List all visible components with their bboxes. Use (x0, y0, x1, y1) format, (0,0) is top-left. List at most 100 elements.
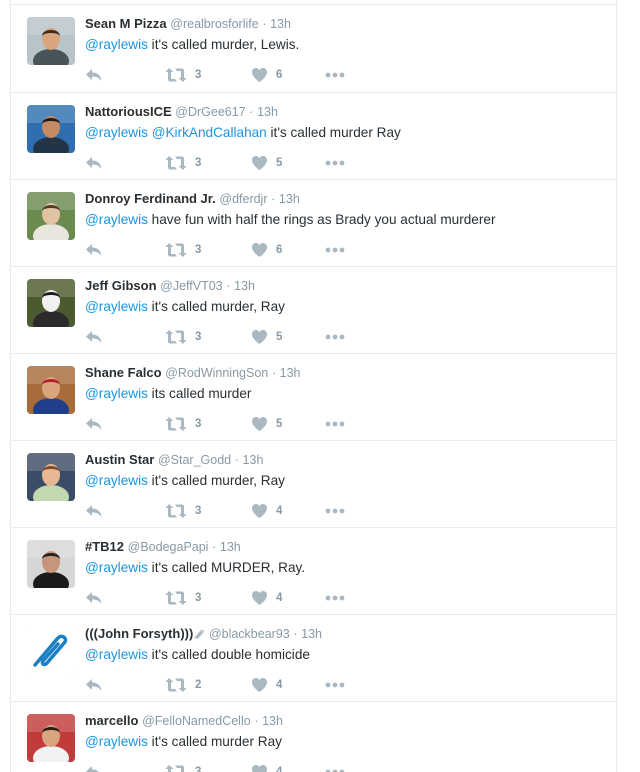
like-button[interactable]: 5 (251, 327, 282, 347)
mention-link[interactable]: @KirkAndCallahan (152, 125, 267, 140)
tweet-actions: 24 (85, 675, 385, 695)
more-button[interactable] (325, 153, 345, 173)
display-name[interactable]: (((John Forsyth))) (85, 626, 193, 641)
tweet-item[interactable]: marcello @FelloNamedCello · 13h @raylewis… (11, 701, 616, 772)
display-name[interactable]: Jeff Gibson (85, 278, 157, 293)
username[interactable]: @realbrosforlife (170, 17, 258, 31)
tweet-text: @raylewis it's called double homicide (85, 645, 310, 665)
retweet-button[interactable]: 3 (165, 414, 201, 434)
username[interactable]: @blackbear93 (209, 627, 290, 641)
reply-button[interactable] (85, 501, 103, 521)
tweet-item[interactable]: Shane Falco @RodWinningSon · 13h @raylewi… (11, 353, 616, 440)
more-button[interactable] (325, 240, 345, 260)
reply-button[interactable] (85, 65, 103, 85)
retweet-button[interactable]: 3 (165, 588, 201, 608)
mention-link[interactable]: @raylewis (85, 299, 148, 314)
retweet-button[interactable]: 3 (165, 501, 201, 521)
like-button[interactable]: 5 (251, 414, 282, 434)
tweet-item[interactable]: Sean M Pizza @realbrosforlife · 13h @rayl… (11, 5, 616, 92)
avatar[interactable] (27, 17, 75, 65)
like-button[interactable]: 4 (251, 501, 282, 521)
retweet-button[interactable]: 3 (165, 153, 201, 173)
display-name[interactable]: #TB12 (85, 539, 124, 554)
timestamp[interactable]: 13h (279, 192, 300, 206)
retweet-icon (165, 155, 187, 171)
timestamp[interactable]: 13h (220, 540, 241, 554)
more-button[interactable] (325, 501, 345, 521)
like-button[interactable]: 4 (251, 762, 282, 772)
more-button[interactable] (325, 588, 345, 608)
username[interactable]: @FelloNamedCello (142, 714, 251, 728)
mention-link[interactable]: @raylewis (85, 560, 148, 575)
retweet-button[interactable]: 3 (165, 327, 201, 347)
retweet-button[interactable]: 3 (165, 65, 201, 85)
more-button[interactable] (325, 414, 345, 434)
username[interactable]: @dferdjr (219, 192, 267, 206)
timestamp[interactable]: 13h (234, 279, 255, 293)
timestamp[interactable]: 13h (270, 17, 291, 31)
mention-link[interactable]: @raylewis (85, 473, 148, 488)
avatar[interactable] (27, 453, 75, 501)
username[interactable]: @DrGee617 (175, 105, 245, 119)
like-button[interactable]: 4 (251, 588, 282, 608)
reply-button[interactable] (85, 153, 103, 173)
avatar[interactable] (27, 714, 75, 762)
tweet-item[interactable]: (((John Forsyth))) @blackbear93 · 13h @ra… (11, 614, 616, 701)
tweet-item[interactable]: #TB12 @BodegaPapi · 13h @raylewis it's ca… (11, 527, 616, 614)
retweet-button[interactable]: 2 (165, 675, 201, 695)
display-name[interactable]: Austin Star (85, 452, 154, 467)
avatar[interactable] (27, 192, 75, 240)
timestamp[interactable]: 13h (280, 366, 301, 380)
username[interactable]: @BodegaPapi (128, 540, 209, 554)
like-button[interactable]: 5 (251, 153, 282, 173)
mention-link[interactable]: @raylewis (85, 37, 148, 52)
avatar[interactable] (27, 279, 75, 327)
timestamp[interactable]: 13h (257, 105, 278, 119)
more-button[interactable] (325, 675, 345, 695)
username[interactable]: @RodWinningSon (165, 366, 268, 380)
timestamp[interactable]: 13h (262, 714, 283, 728)
mention-link[interactable]: @raylewis (85, 647, 148, 662)
avatar[interactable] (27, 366, 75, 414)
mention-link[interactable]: @raylewis (85, 212, 148, 227)
reply-icon (85, 329, 103, 345)
reply-button[interactable] (85, 675, 103, 695)
tweet-item[interactable]: NattoriousICE @DrGee617 · 13h @raylewis @… (11, 92, 616, 179)
username[interactable]: @Star_Godd (158, 453, 231, 467)
mention-link[interactable]: @raylewis (85, 125, 148, 140)
display-name[interactable]: Sean M Pizza (85, 16, 167, 31)
timestamp[interactable]: 13h (243, 453, 264, 467)
avatar[interactable] (27, 627, 75, 675)
like-button[interactable]: 6 (251, 65, 282, 85)
tweet-item[interactable]: Jeff Gibson @JeffVT03 · 13h @raylewis it'… (11, 266, 616, 353)
more-dots-icon (325, 421, 345, 427)
heart-icon (251, 764, 268, 772)
mention-link[interactable]: @raylewis (85, 386, 148, 401)
display-name[interactable]: Shane Falco (85, 365, 162, 380)
avatar[interactable] (27, 105, 75, 153)
reply-button[interactable] (85, 240, 103, 260)
display-name[interactable]: NattoriousICE (85, 104, 172, 119)
more-button[interactable] (325, 65, 345, 85)
mention-link[interactable]: @raylewis (85, 734, 148, 749)
timestamp[interactable]: 13h (301, 627, 322, 641)
display-name[interactable]: marcello (85, 713, 138, 728)
like-button[interactable]: 6 (251, 240, 282, 260)
like-button[interactable]: 4 (251, 675, 282, 695)
separator-dot: · (234, 453, 239, 467)
avatar[interactable] (27, 540, 75, 588)
username[interactable]: @JeffVT03 (160, 279, 223, 293)
reply-button[interactable] (85, 588, 103, 608)
more-button[interactable] (325, 327, 345, 347)
reply-button[interactable] (85, 414, 103, 434)
tweet-item[interactable]: Austin Star @Star_Godd · 13h @raylewis it… (11, 440, 616, 527)
tweet-header: Jeff Gibson @JeffVT03 · 13h (85, 277, 255, 295)
tweet-item[interactable]: Donroy Ferdinand Jr. @dferdjr · 13h @rayl… (11, 179, 616, 266)
reply-button[interactable] (85, 762, 103, 772)
reply-button[interactable] (85, 327, 103, 347)
tweet-header: Austin Star @Star_Godd · 13h (85, 451, 263, 469)
retweet-button[interactable]: 3 (165, 762, 201, 772)
retweet-button[interactable]: 3 (165, 240, 201, 260)
display-name[interactable]: Donroy Ferdinand Jr. (85, 191, 216, 206)
more-button[interactable] (325, 762, 345, 772)
